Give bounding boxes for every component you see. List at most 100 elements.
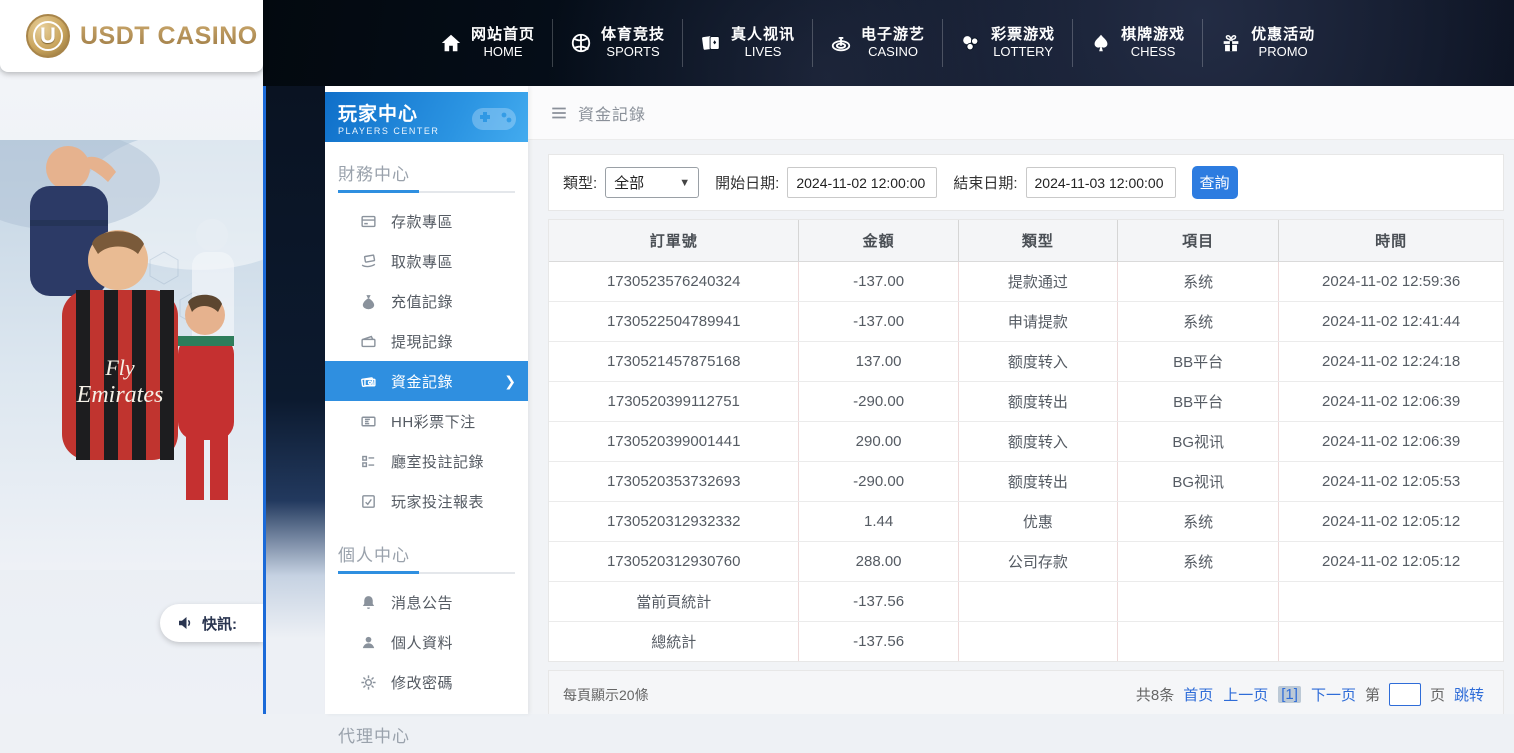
player-center-sidebar: 玩家中心 PLAYERS CENTER 財務中心 存款專區 取款專區 充值記錄 … [325, 86, 528, 714]
finance-menu: 存款專區 取款專區 充值記錄 提現記錄 資金記錄 ❯ HH彩票下注 [325, 193, 528, 523]
col-type: 類型 [958, 220, 1117, 261]
table-row: 1730520399112751-290.00额度转出BB平台2024-11-0… [549, 381, 1503, 421]
col-time: 時間 [1279, 220, 1503, 261]
ticker-label: 快訊: [202, 613, 237, 634]
filter-bar: 類型: 全部 ▼ 開始日期: 結束日期: 查詢 [548, 154, 1504, 211]
sports-ball-icon [570, 32, 592, 54]
divider [338, 191, 515, 193]
table-row: 1730520312930760288.00公司存款系统2024-11-02 1… [549, 541, 1503, 581]
withdraw-hand-icon [359, 253, 377, 270]
sidebar-item-fund-records[interactable]: 資金記錄 ❯ [325, 361, 528, 401]
bell-icon [359, 594, 377, 611]
table-row: 1730520399001441290.00额度转入BG视讯2024-11-02… [549, 421, 1503, 461]
page-suffix: 页 [1430, 684, 1445, 705]
nav-item-home[interactable]: 网站首页HOME [423, 19, 552, 67]
end-date-label: 結束日期: [953, 172, 1017, 193]
type-filter-label: 類型: [563, 172, 597, 193]
sidebar-header: 玩家中心 PLAYERS CENTER [325, 92, 528, 142]
report-icon [359, 493, 377, 510]
deposit-card-icon [359, 213, 377, 230]
promo-image: Fly Emirates [0, 140, 263, 570]
lottery-balls-icon [960, 32, 982, 54]
nav-item-lottery[interactable]: 彩票游戏LOTTERY [942, 19, 1072, 67]
section-personal-title: 個人中心 [325, 523, 528, 572]
summary-row-current-page: 當前頁統計-137.56 [549, 581, 1503, 621]
coin-logo-icon: U [26, 14, 70, 58]
chevron-right-icon: ❯ [504, 373, 516, 390]
brand-name: USDT CASINO [80, 22, 258, 51]
table-row: 1730522504789941-137.00申请提款系统2024-11-02 … [549, 301, 1503, 341]
gear-icon [359, 674, 377, 691]
page-title: 資金記錄 [578, 101, 646, 125]
brand-logo[interactable]: U USDT CASINO [0, 0, 263, 72]
sidebar-item-recharge-records[interactable]: 充值記錄 [325, 281, 528, 321]
lottery-ticket-icon [359, 413, 377, 430]
person-icon [359, 634, 377, 651]
sidebar-item-profile[interactable]: 個人資料 [325, 622, 528, 662]
wallet-icon [359, 333, 377, 350]
current-page: [1] [1278, 686, 1301, 703]
sidebar-item-withdraw[interactable]: 取款專區 [325, 241, 528, 281]
sidebar-item-announcements[interactable]: 消息公告 [325, 582, 528, 622]
start-date-input[interactable] [787, 167, 937, 198]
table-row: 1730523576240324-137.00提款通过系统2024-11-02 … [549, 261, 1503, 301]
nav-item-chess[interactable]: 棋牌游戏CHESS [1072, 19, 1202, 67]
col-item: 項目 [1118, 220, 1279, 261]
background-strip [263, 86, 325, 714]
nav-item-casino[interactable]: 电子游艺CASINO [812, 19, 942, 67]
table-header-row: 訂單號 金額 類型 項目 時間 [549, 220, 1503, 261]
sidebar-item-deposit[interactable]: 存款專區 [325, 201, 528, 241]
first-page-link[interactable]: 首页 [1183, 684, 1213, 705]
section-agent-title: 代理中心 [325, 704, 528, 753]
section-finance-title: 財務中心 [325, 142, 528, 191]
per-page-label: 每頁顯示20條 [563, 685, 649, 705]
top-navigation: 网站首页HOME 体育竞技SPORTS 真人视讯LIVES 电子游艺CASINO… [263, 0, 1514, 86]
type-select[interactable]: 全部 ▼ [605, 167, 699, 198]
promo-banner: Fly Emirates 快訊: [0, 72, 263, 714]
type-select-value: 全部 [614, 172, 644, 193]
start-date-label: 開始日期: [715, 172, 779, 193]
news-ticker[interactable]: 快訊: [160, 604, 263, 642]
query-button[interactable]: 查詢 [1192, 166, 1238, 199]
speaker-icon [176, 614, 194, 632]
nav-item-promo[interactable]: 优惠活动PROMO [1202, 19, 1332, 67]
sidebar-item-withdrawal-records[interactable]: 提現記錄 [325, 321, 528, 361]
breadcrumb: 資金記錄 [528, 86, 1514, 140]
fund-record-icon [359, 373, 377, 390]
personal-menu: 消息公告 個人資料 修改密碼 [325, 574, 528, 704]
cards-icon [700, 32, 722, 54]
divider [338, 572, 515, 574]
end-date-input[interactable] [1026, 167, 1176, 198]
sidebar-item-hh-lottery-bets[interactable]: HH彩票下注 [325, 401, 528, 441]
next-page-link[interactable]: 下一页 [1311, 684, 1356, 705]
fund-records-table: 訂單號 金額 類型 項目 時間 1730523576240324-137.00提… [549, 220, 1503, 661]
jump-link[interactable]: 跳转 [1454, 684, 1484, 705]
moneybag-icon [359, 293, 377, 310]
main-content: 資金記錄 類型: 全部 ▼ 開始日期: 結束日期: 查詢 訂單號 金額 類型 項… [528, 86, 1514, 714]
pagination-bar: 每頁顯示20條 共8条 首页 上一页 [1] 下一页 第 页 跳转 [548, 670, 1504, 714]
chevron-down-icon: ▼ [679, 177, 690, 189]
table-row: 1730520353732693-290.00额度转出BG视讯2024-11-0… [549, 461, 1503, 501]
sidebar-item-room-bet-records[interactable]: 廳室投註記錄 [325, 441, 528, 481]
page-jump-input[interactable] [1389, 683, 1421, 706]
sidebar-item-change-password[interactable]: 修改密碼 [325, 662, 528, 702]
nav-item-sports[interactable]: 体育竞技SPORTS [552, 19, 682, 67]
roulette-icon [830, 32, 852, 54]
prev-page-link[interactable]: 上一页 [1223, 684, 1268, 705]
col-order-no: 訂單號 [549, 220, 799, 261]
svg-text:Emirates: Emirates [76, 382, 164, 408]
svg-text:Fly: Fly [104, 355, 135, 380]
table-row: 1730521457875168137.00额度转入BB平台2024-11-02… [549, 341, 1503, 381]
table-row: 17305203129323321.44优惠系统2024-11-02 12:05… [549, 501, 1503, 541]
gamepad-icon [468, 100, 520, 141]
total-count: 共8条 [1136, 684, 1174, 705]
nav-item-lives[interactable]: 真人视讯LIVES [682, 19, 812, 67]
spade-icon [1090, 32, 1112, 54]
hamburger-menu-icon[interactable] [550, 104, 568, 122]
summary-row-total: 總統計-137.56 [549, 621, 1503, 661]
home-icon [440, 32, 462, 54]
sidebar-item-player-bet-report[interactable]: 玩家投注報表 [325, 481, 528, 521]
records-table-card: 訂單號 金額 類型 項目 時間 1730523576240324-137.00提… [548, 219, 1504, 662]
gift-icon [1220, 32, 1242, 54]
pager: 共8条 首页 上一页 [1] 下一页 第 页 跳转 [1132, 683, 1489, 706]
